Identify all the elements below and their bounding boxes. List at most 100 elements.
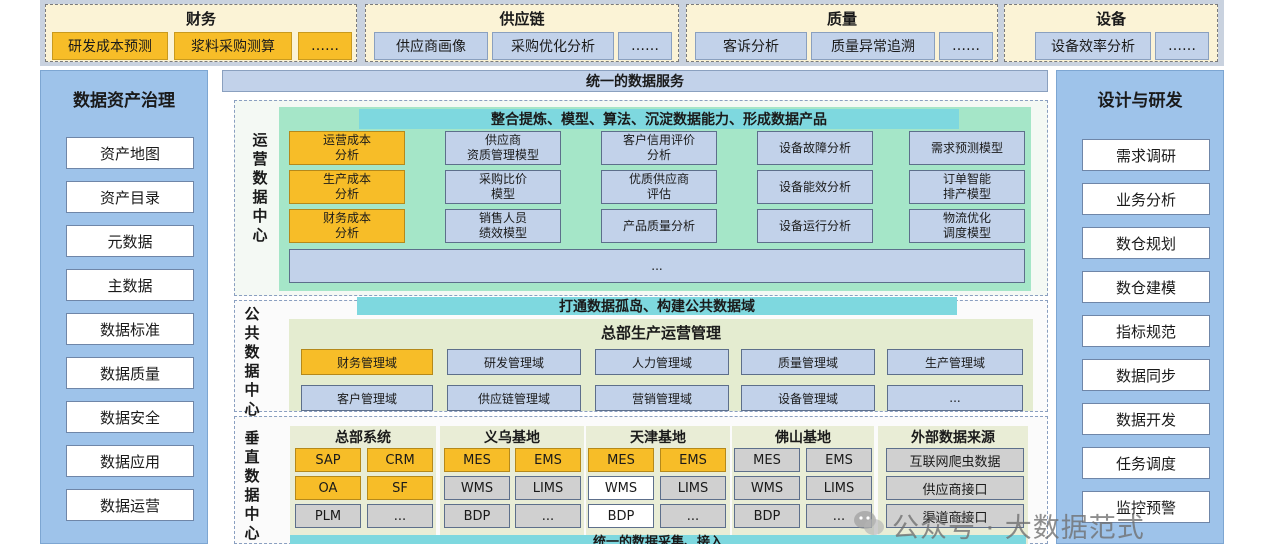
governance-item: 主数据 xyxy=(66,269,194,301)
design-item: 指标规范 xyxy=(1082,315,1210,347)
app-item: 质量异常追溯 xyxy=(811,32,935,60)
app-item: …… xyxy=(618,32,672,60)
design-item: 数据开发 xyxy=(1082,403,1210,435)
source-system: WMS xyxy=(734,476,800,500)
model-box: 设备运行分析 xyxy=(757,209,873,243)
source-system: MES xyxy=(444,448,510,472)
app-group-supply-chain: 供应链 供应商画像 采购优化分析 …… xyxy=(365,4,679,62)
design-item: 任务调度 xyxy=(1082,447,1210,479)
app-item: 研发成本预测 xyxy=(52,32,168,60)
model-box: 设备故障分析 xyxy=(757,131,873,165)
model-more-box: ... xyxy=(289,249,1025,283)
app-item: …… xyxy=(1155,32,1209,60)
design-item: 需求调研 xyxy=(1082,139,1210,171)
design-item: 数仓建模 xyxy=(1082,271,1210,303)
business-applications-band: 财务 研发成本预测 浆料采购测算 …… 供应链 供应商画像 采购优化分析 …… … xyxy=(40,0,1224,66)
model-box: 物流优化 调度模型 xyxy=(909,209,1025,243)
left-panel-title: 数据资产治理 xyxy=(73,90,175,111)
domain-box: 财务管理域 xyxy=(301,349,433,375)
source-system: PLM xyxy=(295,504,361,528)
source-system: 互联网爬虫数据 xyxy=(886,448,1024,472)
app-item: 设备效率分析 xyxy=(1035,32,1151,60)
model-box: 优质供应商 评估 xyxy=(601,170,717,204)
source-system: MES xyxy=(734,448,800,472)
app-item: 采购优化分析 xyxy=(492,32,614,60)
app-group-title: 设备 xyxy=(1095,9,1126,28)
source-group-headquarters: 总部系统 SAP CRM OA SF PLM ... xyxy=(290,426,436,544)
design-item: 数据同步 xyxy=(1082,359,1210,391)
watermark-text: 公众号 · 大数据范式 xyxy=(892,513,1145,544)
source-system: WMS xyxy=(444,476,510,500)
governance-item: 数据质量 xyxy=(66,357,194,389)
app-group-finance: 财务 研发成本预测 浆料采购测算 …… xyxy=(45,4,357,62)
source-system: 供应商接口 xyxy=(886,476,1024,500)
source-system: OA xyxy=(295,476,361,500)
source-system: ... xyxy=(515,504,581,528)
model-box: 供应商 资质管理模型 xyxy=(445,131,561,165)
left-panel-data-governance: 数据资产治理 资产地图 资产目录 元数据 主数据 数据标准 数据质量 数据安全 … xyxy=(40,70,208,544)
model-box: 订单智能 排产模型 xyxy=(909,170,1025,204)
app-item: 客诉分析 xyxy=(695,32,807,60)
governance-item: 资产目录 xyxy=(66,181,194,213)
model-box: 销售人员 绩效模型 xyxy=(445,209,561,243)
source-system: EMS xyxy=(660,448,726,472)
ops-data-center: 运营数据中心 整合提炼、模型、算法、沉淀数据能力、形成数据产品 运营成本 分析 … xyxy=(234,100,1048,296)
app-group-title: 供应链 xyxy=(499,9,545,28)
model-box: 客户信用评价 分析 xyxy=(601,131,717,165)
governance-item: 数据安全 xyxy=(66,401,194,433)
source-system: LIMS xyxy=(806,476,872,500)
model-box: 财务成本 分析 xyxy=(289,209,405,243)
source-group-tianjin: 天津基地 MES EMS WMS LIMS BDP ... xyxy=(586,426,730,544)
design-item: 业务分析 xyxy=(1082,183,1210,215)
ops-center-label: 运营数据中心 xyxy=(252,131,268,244)
unified-data-service-bar: 统一的数据服务 xyxy=(222,70,1048,92)
governance-item: 数据应用 xyxy=(66,445,194,477)
design-item: 数仓规划 xyxy=(1082,227,1210,259)
model-box: 产品质量分析 xyxy=(601,209,717,243)
source-group-title: 义乌基地 xyxy=(484,430,540,446)
model-box: 运营成本 分析 xyxy=(289,131,405,165)
source-system: MES xyxy=(588,448,654,472)
domain-box: 设备管理域 xyxy=(741,385,875,411)
governance-item: 资产地图 xyxy=(66,137,194,169)
source-group-title: 佛山基地 xyxy=(775,430,831,446)
model-box: 采购比价 模型 xyxy=(445,170,561,204)
source-system: WMS xyxy=(588,476,654,500)
vertical-center-label: 垂直数据中心 xyxy=(244,429,260,542)
source-group-title: 天津基地 xyxy=(630,430,686,446)
source-system: BDP xyxy=(588,504,654,528)
domain-box: 研发管理域 xyxy=(447,349,581,375)
app-group-equipment: 设备 设备效率分析 …… xyxy=(1004,4,1218,62)
domain-area-title: 总部生产运营管理 xyxy=(600,323,721,342)
app-item: …… xyxy=(939,32,993,60)
governance-item: 数据标准 xyxy=(66,313,194,345)
source-system: CRM xyxy=(367,448,433,472)
source-system: ... xyxy=(660,504,726,528)
domain-box: ... xyxy=(887,385,1023,411)
source-system: EMS xyxy=(515,448,581,472)
app-item: …… xyxy=(298,32,352,60)
domain-box: 人力管理域 xyxy=(595,349,729,375)
domain-box: 质量管理域 xyxy=(741,349,875,375)
app-item: 供应商画像 xyxy=(374,32,488,60)
wechat-logo-icon xyxy=(854,511,884,535)
model-box: 设备能效分析 xyxy=(757,170,873,204)
governance-item: 数据运营 xyxy=(66,489,194,521)
source-group-title: 总部系统 xyxy=(335,430,391,446)
source-system: ... xyxy=(367,504,433,528)
source-system: LIMS xyxy=(660,476,726,500)
governance-item: 元数据 xyxy=(66,225,194,257)
ops-banner: 整合提炼、模型、算法、沉淀数据能力、形成数据产品 xyxy=(359,109,959,129)
source-group-title: 外部数据来源 xyxy=(911,430,995,446)
app-group-title: 财务 xyxy=(185,9,216,28)
source-system: SAP xyxy=(295,448,361,472)
app-group-title: 质量 xyxy=(826,9,857,28)
app-item: 浆料采购测算 xyxy=(174,32,292,60)
domain-box: 供应链管理域 xyxy=(447,385,581,411)
source-system: SF xyxy=(367,476,433,500)
right-panel-design-dev: 设计与研发 需求调研 业务分析 数仓规划 数仓建模 指标规范 数据同步 数据开发… xyxy=(1056,70,1224,544)
right-panel-title: 设计与研发 xyxy=(1097,90,1183,111)
domain-box: 客户管理域 xyxy=(301,385,433,411)
public-banner: 打通数据孤岛、构建公共数据域 xyxy=(357,297,957,315)
model-box: 需求预测模型 xyxy=(909,131,1025,165)
